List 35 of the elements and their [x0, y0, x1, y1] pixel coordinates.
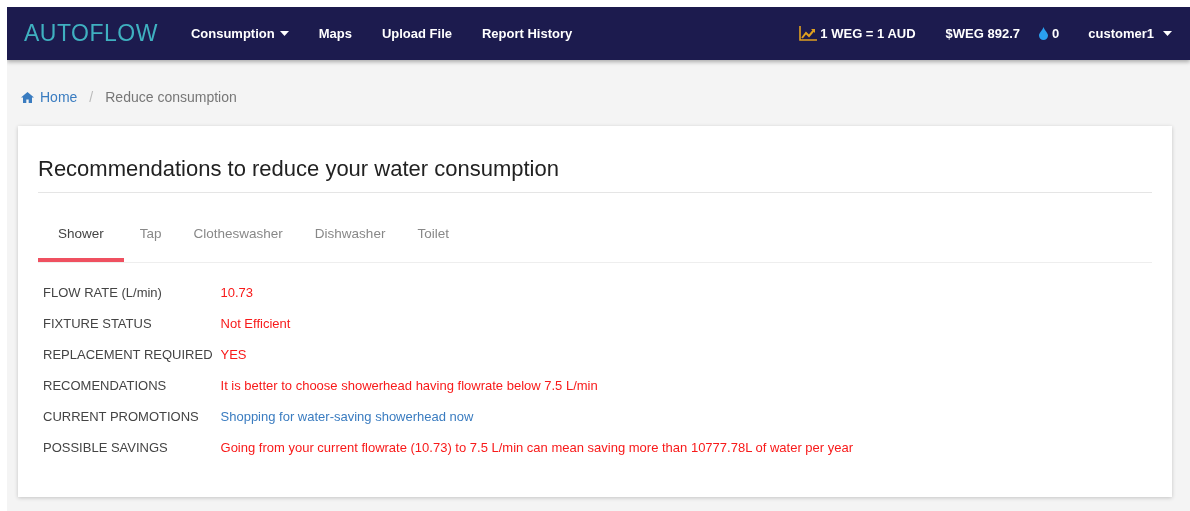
field-label: REPLACEMENT REQUIRED [43, 346, 213, 364]
nav-link[interactable]: Maps [318, 26, 352, 41]
field-value: Not Efficient [220, 315, 292, 333]
tab[interactable]: Shower [38, 215, 124, 262]
breadcrumb-link[interactable]: Home [40, 89, 78, 105]
field-value: Going from your current flowrate (10.73) to 7.5 L/min can mean saving more than 10777.78L of water per year [220, 439, 855, 457]
field-value: YES [220, 346, 248, 364]
field-label: POSSIBLE SAVINGS [43, 439, 169, 457]
caret-icon [1163, 31, 1172, 36]
breadcrumb-current: Reduce consumption [105, 89, 237, 105]
field-value: It is better to choose showerhead having flowrate below 7.5 L/min [220, 377, 599, 395]
nav-link[interactable]: Consumption [190, 26, 289, 41]
nav-link[interactable]: Upload File [381, 26, 452, 41]
card-title: Recommendations to reduce your water consumption [38, 156, 1152, 193]
field-label: FIXTURE STATUS [43, 315, 153, 333]
tab[interactable]: Toilet [401, 215, 465, 262]
field-label: RECOMENDATIONS [43, 377, 168, 395]
tab[interactable]: Dishwasher [298, 215, 402, 262]
logo[interactable]: AUTOFLOW [24, 20, 158, 47]
balance: $WEG 892.7 [945, 26, 1020, 41]
exchange-rate: 1 WEG = 1 AUD [820, 26, 916, 41]
chart-icon [799, 26, 818, 41]
home-icon [21, 91, 34, 103]
user-menu[interactable]: customer1 [1088, 26, 1172, 41]
field-value: 10.73 [220, 284, 255, 302]
field-label: CURRENT PROMOTIONS [43, 408, 200, 426]
caret-icon [279, 31, 289, 36]
tab[interactable]: Tap [123, 215, 178, 262]
field-label: FLOW RATE (L/min) [43, 284, 163, 302]
nav-link[interactable]: Report History [482, 26, 573, 41]
water-drop-icon [1039, 27, 1048, 40]
tab[interactable]: Clotheswasher [177, 215, 299, 262]
drop-count: 0 [1052, 26, 1060, 41]
breadcrumb-separator: / [89, 89, 94, 105]
promotion-link[interactable]: Shopping for water-saving showerhead now [220, 407, 1152, 426]
